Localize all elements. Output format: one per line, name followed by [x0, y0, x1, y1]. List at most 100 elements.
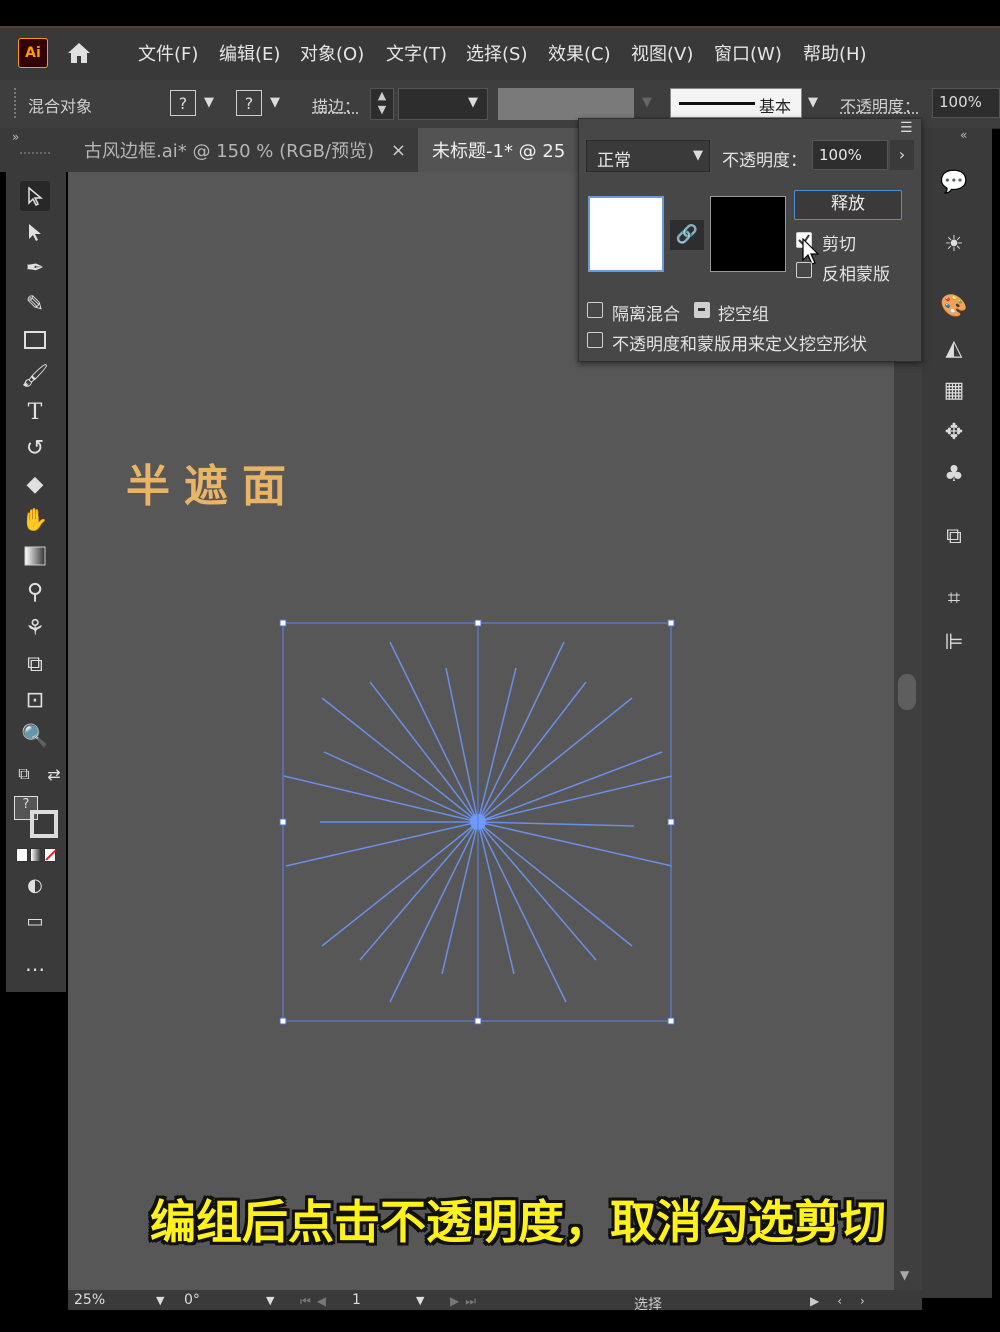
- home-icon[interactable]: [64, 38, 94, 68]
- symbols-icon[interactable]: ♣: [938, 458, 970, 490]
- screen-mode-icon[interactable]: ▭: [20, 906, 50, 936]
- collapse-panels-icon[interactable]: «: [960, 128, 967, 142]
- brushes-icon[interactable]: ✥: [938, 416, 970, 448]
- menu-view[interactable]: 视图(V): [631, 40, 693, 66]
- gradient-mode-icon[interactable]: [30, 848, 42, 862]
- menu-effect[interactable]: 效果(C): [548, 40, 611, 66]
- control-bar-grip[interactable]: [14, 88, 20, 118]
- stroke-weight-dropdown-icon[interactable]: ▼: [468, 95, 478, 110]
- none-mode-icon[interactable]: [44, 848, 57, 862]
- artboard-number-select[interactable]: 1 ▼: [352, 1292, 436, 1310]
- variable-width-profile[interactable]: [498, 88, 634, 120]
- rotate-view-select[interactable]: 0° ▼: [184, 1292, 284, 1310]
- app-logo: Ai: [18, 38, 48, 68]
- menu-object[interactable]: 对象(O): [300, 40, 364, 66]
- appearance-icon[interactable]: ☀: [938, 228, 970, 260]
- menu-file[interactable]: 文件(F): [138, 40, 198, 66]
- isolate-blending-label: 隔离混合: [612, 305, 680, 325]
- align-icon[interactable]: ⊫: [938, 626, 970, 658]
- release-button[interactable]: 释放: [794, 190, 902, 220]
- status-nav-icons[interactable]: ▶‹›: [810, 1294, 883, 1308]
- brush-dropdown-icon[interactable]: ▼: [808, 95, 818, 110]
- fill-swatch[interactable]: ?: [170, 90, 196, 116]
- selection-tool-icon[interactable]: [20, 181, 50, 211]
- tab-untitled-1[interactable]: 未标题-1* @ 25: [418, 128, 578, 172]
- gradient-tool-icon[interactable]: [20, 541, 50, 571]
- fill-dropdown-icon[interactable]: ▼: [204, 95, 214, 110]
- knockout-group-checkbox[interactable]: [694, 302, 710, 318]
- menu-help[interactable]: 帮助(H): [803, 40, 867, 66]
- collapse-toolbar-icon[interactable]: »: [12, 130, 19, 144]
- tab-close-icon[interactable]: ×: [391, 140, 406, 161]
- artboard-tool-icon[interactable]: ⊡: [20, 685, 50, 715]
- title-art-text[interactable]: 半遮面: [126, 450, 300, 514]
- rotate-tool-icon[interactable]: ↺: [20, 433, 50, 463]
- default-fill-stroke-icon[interactable]: ⧉: [12, 762, 36, 786]
- menu-window[interactable]: 窗口(W): [714, 40, 782, 66]
- stroke-weight-stepper[interactable]: ▲ ▼: [370, 88, 394, 120]
- profile-dropdown-icon[interactable]: ▼: [642, 95, 652, 110]
- define-knockout-checkbox[interactable]: [587, 332, 603, 348]
- menu-select[interactable]: 选择(S): [466, 40, 527, 66]
- tab-label: 古风边框.ai* @ 150 % (RGB/预览): [84, 141, 375, 162]
- menu-edit[interactable]: 编辑(E): [219, 40, 280, 66]
- swatches-icon[interactable]: ▦: [938, 374, 970, 406]
- stroke-dropdown-icon[interactable]: ▼: [270, 95, 280, 110]
- knockout-group-label: 挖空组: [718, 305, 769, 325]
- scroll-down-icon[interactable]: ▼: [900, 1268, 909, 1282]
- isolate-blending-checkbox[interactable]: [587, 302, 603, 318]
- tab-gufeng-border[interactable]: 古风边框.ai* @ 150 % (RGB/预览) ×: [68, 128, 418, 172]
- mask-thumbnail[interactable]: [710, 196, 786, 272]
- stroke-label[interactable]: 描边：: [312, 93, 360, 117]
- type-tool-icon[interactable]: T: [20, 397, 50, 427]
- pen-tool-icon[interactable]: ✒: [20, 253, 50, 283]
- panel-menu-icon[interactable]: ☰: [900, 120, 913, 136]
- artboard-prev-icons[interactable]: ⏮◀: [300, 1294, 332, 1309]
- zoom-level-select[interactable]: 25% ▼: [74, 1292, 174, 1310]
- blend-mode-value: 正常: [597, 151, 631, 171]
- blend-tool-icon[interactable]: ⚘: [20, 613, 50, 643]
- direct-selection-tool-icon[interactable]: [20, 217, 50, 247]
- stroke-swatch[interactable]: ?: [236, 90, 262, 116]
- color-mode-icon[interactable]: [16, 848, 28, 862]
- pathfinder-icon[interactable]: ⧉: [938, 520, 970, 552]
- shape-builder-tool-icon[interactable]: ⧉: [20, 649, 50, 679]
- puppet-warp-tool-icon[interactable]: ✋: [20, 505, 50, 535]
- drawing-mode-icon[interactable]: ◐: [20, 870, 50, 900]
- more-tools-icon[interactable]: ⋯: [20, 954, 50, 984]
- color-modes: [16, 848, 57, 862]
- curvature-tool-icon[interactable]: ✎: [20, 289, 50, 319]
- comments-icon[interactable]: 💬: [938, 166, 970, 198]
- clip-label: 剪切: [822, 235, 856, 255]
- brush-label: 基本: [759, 97, 792, 116]
- toolbar-grip[interactable]: [20, 152, 50, 154]
- vertical-scroll-thumb[interactable]: [898, 674, 916, 710]
- blend-mode-select[interactable]: 正常 ▼: [586, 140, 710, 172]
- link-mask-icon[interactable]: 🔗: [670, 220, 704, 250]
- eyedropper-tool-icon[interactable]: ⚲: [20, 577, 50, 607]
- opacity-slider-arrow[interactable]: ›: [890, 140, 914, 170]
- chevron-down-icon: ▼: [156, 1294, 165, 1307]
- zoom-tool-icon[interactable]: 🔍: [20, 721, 50, 751]
- paintbrush-tool-icon[interactable]: 🖌: [20, 361, 50, 391]
- bottom-letterbox: [0, 1310, 1000, 1332]
- chevron-down-icon: ▼: [416, 1294, 425, 1307]
- tab-label: 未标题-1* @ 25: [432, 141, 566, 162]
- rectangle-tool-icon[interactable]: [20, 325, 50, 355]
- selected-blend-object[interactable]: [270, 610, 690, 1034]
- stroke-indicator[interactable]: [30, 810, 58, 838]
- swap-fill-stroke-icon[interactable]: ⇄: [42, 762, 66, 786]
- transform-icon[interactable]: ⌗: [938, 582, 970, 614]
- color-icon[interactable]: 🎨: [938, 290, 970, 322]
- panel-opacity-input[interactable]: 100%: [812, 140, 888, 170]
- menu-type[interactable]: 文字(T): [386, 40, 447, 66]
- control-opacity-input[interactable]: 100%: [932, 88, 1000, 118]
- control-opacity-label[interactable]: 不透明度：: [840, 93, 920, 117]
- object-thumbnail[interactable]: [588, 196, 664, 272]
- color-guide-icon[interactable]: ◭: [938, 332, 970, 364]
- invert-mask-checkbox[interactable]: [796, 262, 812, 278]
- zoom-value: 25%: [74, 1292, 106, 1308]
- artboard-next-icons[interactable]: ▶⏭: [450, 1294, 482, 1309]
- eraser-tool-icon[interactable]: ◆: [20, 469, 50, 499]
- brush-definition[interactable]: 基本: [670, 88, 802, 118]
